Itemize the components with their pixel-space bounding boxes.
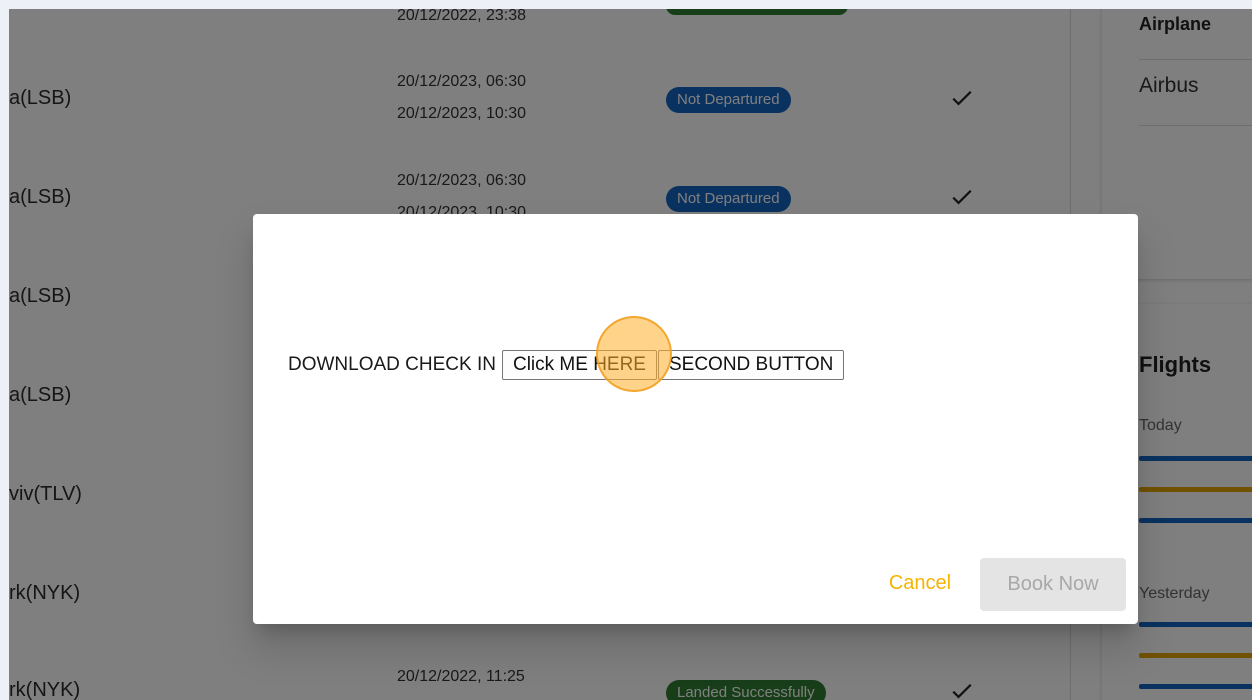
- download-row: DOWNLOAD CHECK IN Click ME HERE SECOND B…: [288, 350, 845, 380]
- second-button[interactable]: SECOND BUTTON: [657, 350, 845, 380]
- download-check-in-label: DOWNLOAD CHECK IN: [288, 354, 496, 375]
- check-in-dialog: DOWNLOAD CHECK IN Click ME HERE SECOND B…: [253, 214, 1138, 624]
- app-window: 20/12/2022, 23:38 a(LSB) 20/12/2023, 06:…: [9, 9, 1252, 700]
- click-me-button[interactable]: Click ME HERE: [501, 350, 657, 380]
- cancel-button[interactable]: Cancel: [883, 572, 957, 594]
- book-now-button[interactable]: Book Now: [980, 558, 1126, 611]
